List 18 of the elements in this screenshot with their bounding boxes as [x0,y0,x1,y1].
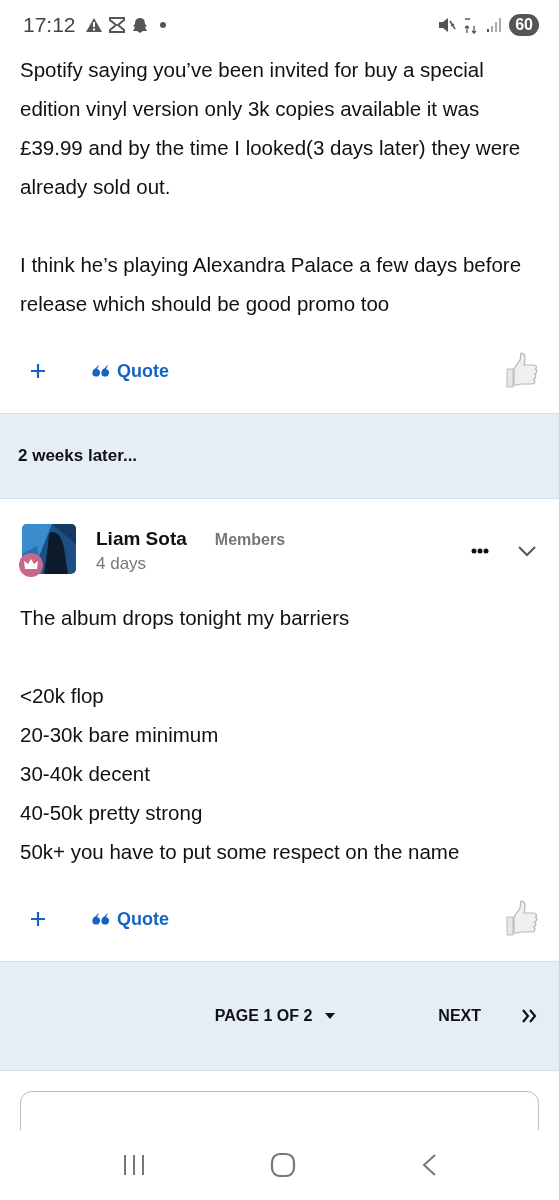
post-text: The album drops tonight my barriers [20,605,351,631]
post-text: <20k flop [20,683,105,709]
post-text: 20-30k bare minimum [20,722,220,748]
member-group: Members [214,531,286,549]
post-text: I think he’s playing Alexandra Palace a few days before release which should be good promo too [20,252,523,317]
author-name[interactable]: Liam Sota [96,528,187,550]
quote-button[interactable]: Quote [92,908,169,930]
next-page-button[interactable]: NEXT [438,1007,481,1025]
post-text: 30-40k decent [20,761,151,787]
post-time: 4 days [96,554,148,574]
status-time: 17:12 [23,13,76,37]
post-text: 50k+ you have to put some respect on the name [20,839,461,865]
post-text: Spotify saying you’ve been invited for buy a special edition vinyl version only 3k copies available it was £39.99 and by the time I looked(3 days later) they were already sold out. [20,57,522,200]
quote-button[interactable]: Quote [92,360,169,382]
page-select-button[interactable]: PAGE 1 OF 2 [214,1007,337,1025]
post-text: 40-50k pretty strong [20,800,204,826]
battery-level: 60 [509,14,539,36]
time-gap-label: 2 weeks later... [18,446,138,466]
